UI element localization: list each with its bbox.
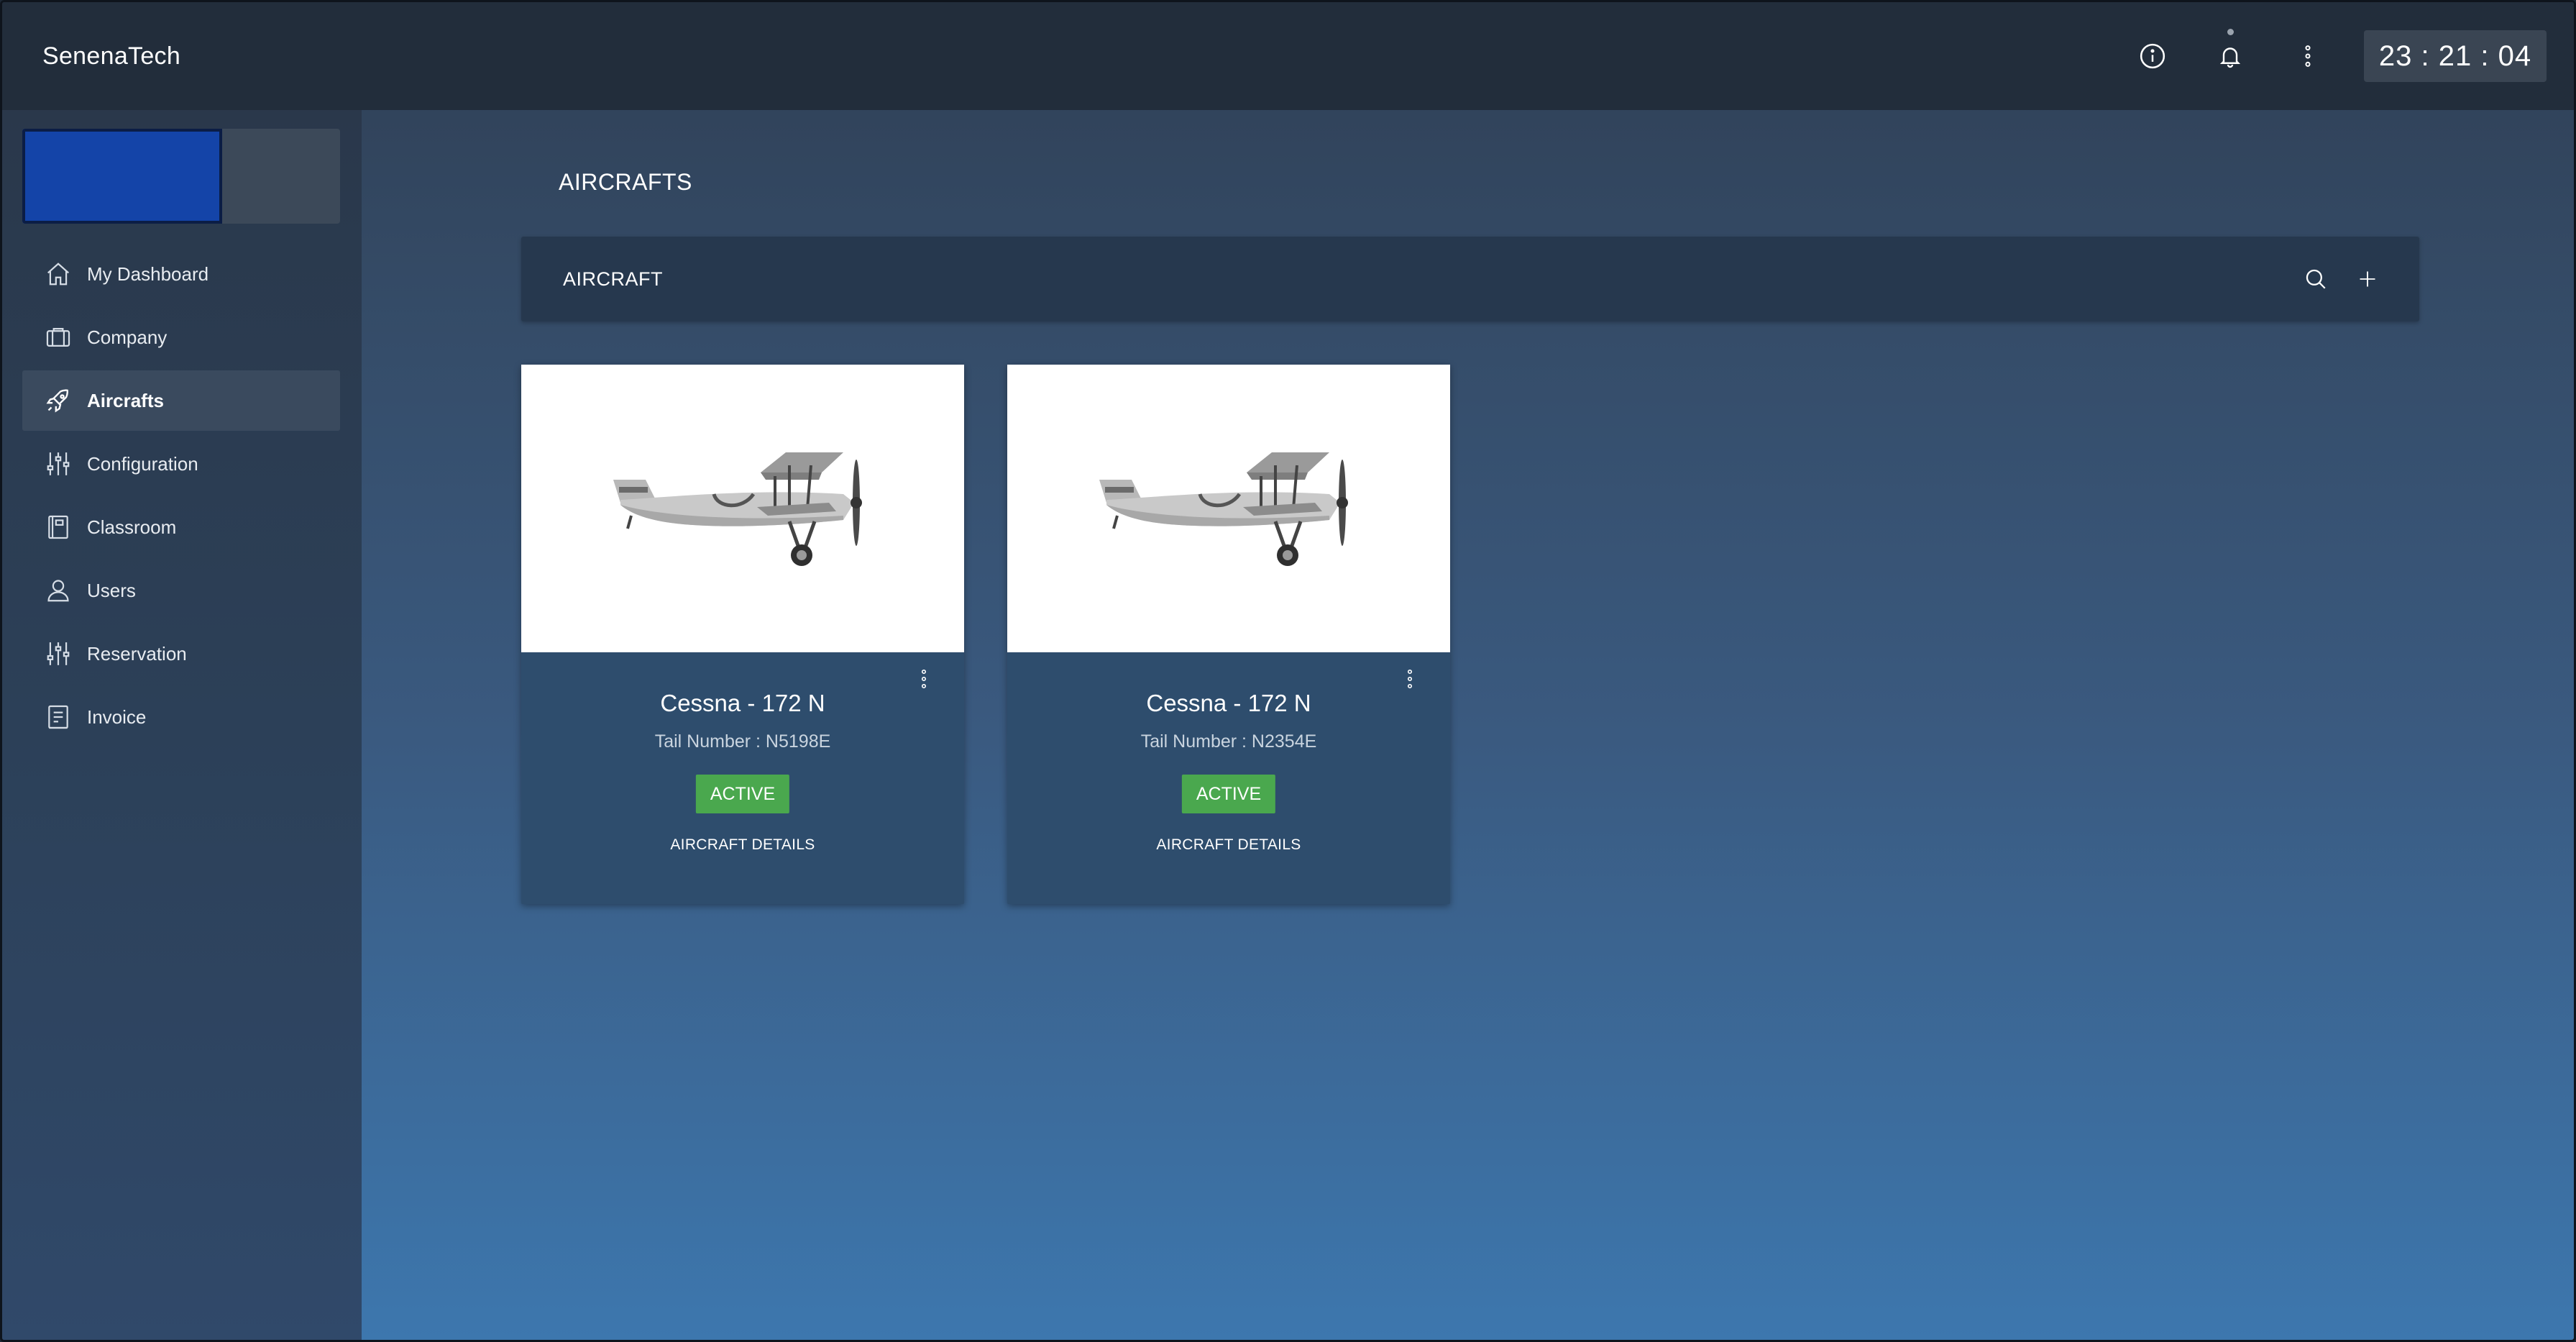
sidebar-item-classroom[interactable]: Classroom: [22, 497, 340, 557]
bell-icon[interactable]: [2209, 29, 2252, 78]
biplane-icon: [1099, 452, 1348, 566]
sidebar-item-reservation[interactable]: Reservation: [22, 624, 340, 684]
home-icon: [44, 260, 73, 288]
sliders-icon: [44, 639, 73, 668]
sidebar-item-aircrafts[interactable]: Aircrafts: [22, 370, 340, 431]
invoice-icon: [44, 703, 73, 731]
sidebar-item-label: Configuration: [87, 452, 198, 475]
tail-number: Tail Number : N2354E: [1140, 731, 1317, 752]
tail-number: Tail Number : N5198E: [654, 731, 831, 752]
clock-display: 23 : 21 : 04: [2364, 30, 2547, 82]
aircraft-section-header: AIRCRAFT: [521, 237, 2419, 321]
section-title: AIRCRAFT: [563, 268, 663, 290]
sidebar-item-label: Reservation: [87, 642, 187, 665]
sidebar-item-configuration[interactable]: Configuration: [22, 434, 340, 494]
more-vertical-icon[interactable]: [2286, 35, 2329, 78]
sidebar-item-my-dashboard[interactable]: My Dashboard: [22, 244, 340, 304]
sidebar-item-users[interactable]: Users: [22, 560, 340, 621]
status-badge: ACTIVE: [695, 775, 790, 813]
add-icon[interactable]: [2352, 263, 2383, 295]
aircraft-card[interactable]: Cessna - 172 N Tail Number : N2354E ACTI…: [1007, 365, 1450, 904]
card-menu-icon[interactable]: [915, 667, 932, 691]
aircraft-image: [521, 365, 964, 652]
sidebar-item-label: Invoice: [87, 706, 147, 728]
user-icon: [44, 576, 73, 605]
sidebar-item-company[interactable]: Company: [22, 307, 340, 368]
search-icon[interactable]: [2300, 263, 2332, 295]
briefcase-icon: [44, 323, 73, 352]
aircraft-details-link[interactable]: AIRCRAFT DETAILS: [1007, 836, 1450, 854]
book-icon: [44, 513, 73, 542]
sliders-icon: [44, 449, 73, 478]
status-badge: ACTIVE: [1181, 775, 1276, 813]
page-title: AIRCRAFTS: [559, 169, 692, 195]
sidebar-nav: My Dashboard Company Aircrafts Configura…: [22, 244, 340, 750]
info-icon[interactable]: [2131, 35, 2174, 78]
sidebar-item-label: Aircrafts: [87, 389, 164, 411]
sidebar-item-label: Users: [87, 579, 136, 601]
biplane-icon: [613, 452, 862, 566]
profile-box[interactable]: [22, 129, 340, 224]
card-menu-icon[interactable]: [1401, 667, 1418, 691]
sidebar-item-label: Classroom: [87, 516, 177, 538]
sidebar-item-invoice[interactable]: Invoice: [22, 687, 340, 747]
top-actions: 23 : 21 : 04: [2131, 2, 2547, 110]
notification-dot: [2227, 29, 2234, 35]
app-window: SenenaTech 23 : 21 : 04 My Dashboard Com…: [0, 0, 2576, 1342]
section-actions: [2280, 237, 2383, 321]
top-bar: SenenaTech 23 : 21 : 04: [2, 2, 2574, 110]
sidebar-item-label: My Dashboard: [87, 263, 209, 285]
brand-title: SenenaTech: [42, 42, 181, 70]
aircraft-card[interactable]: Cessna - 172 N Tail Number : N5198E ACTI…: [521, 365, 964, 904]
profile-avatar[interactable]: [22, 129, 222, 224]
aircraft-image: [1007, 365, 1450, 652]
sidebar-item-label: Company: [87, 326, 168, 348]
sidebar: My Dashboard Company Aircrafts Configura…: [2, 110, 362, 1340]
aircraft-title: Cessna - 172 N: [660, 690, 825, 716]
aircraft-title: Cessna - 172 N: [1146, 690, 1311, 716]
rocket-icon: [44, 386, 73, 415]
aircraft-details-link[interactable]: AIRCRAFT DETAILS: [521, 836, 964, 854]
